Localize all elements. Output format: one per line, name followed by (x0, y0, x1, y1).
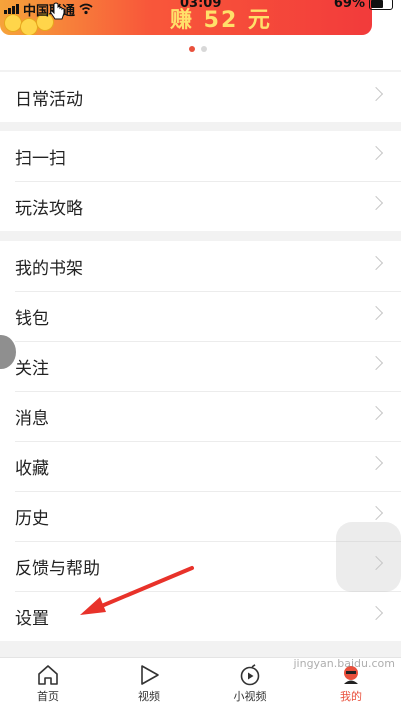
carousel-dots (189, 46, 207, 52)
chevron-right-icon (368, 145, 384, 161)
play-icon (141, 665, 159, 685)
status-bar: 中国联通 03:09 69% (0, 0, 401, 20)
menu-item-label: 扫一扫 (15, 148, 66, 169)
assistive-touch-button[interactable] (336, 522, 401, 592)
carousel-dot-active (189, 46, 195, 52)
tab-label: 我的 (340, 690, 362, 703)
tab-label: 小视频 (233, 690, 267, 703)
chevron-right-icon (368, 255, 384, 271)
menu-item-scan[interactable]: 扫一扫 (0, 131, 401, 181)
menu-item-label: 关注 (15, 358, 49, 379)
menu-item-label: 玩法攻略 (15, 198, 83, 219)
menu-item-label: 历史 (15, 508, 49, 529)
menu-item-label: 收藏 (15, 458, 49, 479)
home-icon (38, 665, 58, 685)
chevron-right-icon (368, 605, 384, 621)
menu-item-label: 日常活动 (15, 89, 83, 110)
tab-video[interactable]: 视频 (109, 658, 189, 710)
menu-item-daily-activity[interactable]: 日常活动 (0, 72, 401, 122)
battery-icon (369, 0, 393, 10)
tab-label: 视频 (138, 690, 160, 703)
chevron-right-icon (368, 405, 384, 421)
menu-item-label: 钱包 (15, 308, 49, 329)
menu-item-wallet[interactable]: 钱包 (0, 291, 401, 341)
clock: 03:09 (180, 0, 222, 11)
chevron-right-icon (368, 195, 384, 211)
annotation-arrow-icon (80, 566, 194, 615)
menu-item-label: 消息 (15, 408, 49, 429)
carousel-dot (201, 46, 207, 52)
menu-item-favorites[interactable]: 收藏 (0, 441, 401, 491)
menu-group-tools: 扫一扫 玩法攻略 (0, 131, 401, 231)
short-video-icon (240, 664, 260, 686)
menu-item-label: 设置 (15, 608, 49, 629)
menu-item-messages[interactable]: 消息 (0, 391, 401, 441)
chevron-right-icon (368, 505, 384, 521)
signal-icon (4, 4, 19, 14)
hand-cursor-icon (50, 2, 65, 20)
header-area: 赚 52 元 中国联通 03:09 69% (0, 0, 401, 70)
menu-item-settings[interactable]: 设置 (0, 591, 401, 641)
chevron-right-icon (368, 305, 384, 321)
chevron-right-icon (368, 455, 384, 471)
tab-short-video[interactable]: 小视频 (210, 658, 290, 710)
chevron-right-icon (368, 355, 384, 371)
menu-item-follow[interactable]: 关注 (0, 341, 401, 391)
watermark-text: jingyan.baidu.com (293, 657, 395, 670)
menu-item-guide[interactable]: 玩法攻略 (0, 181, 401, 231)
chevron-right-icon (368, 86, 384, 102)
menu-item-bookshelf[interactable]: 我的书架 (0, 241, 401, 291)
menu-group-activities: 日常活动 (0, 72, 401, 122)
menu-item-label: 我的书架 (15, 258, 83, 279)
wifi-icon (79, 3, 93, 15)
tab-home[interactable]: 首页 (8, 658, 88, 710)
tab-label: 首页 (37, 690, 59, 703)
battery-percent: 69% (333, 0, 365, 11)
